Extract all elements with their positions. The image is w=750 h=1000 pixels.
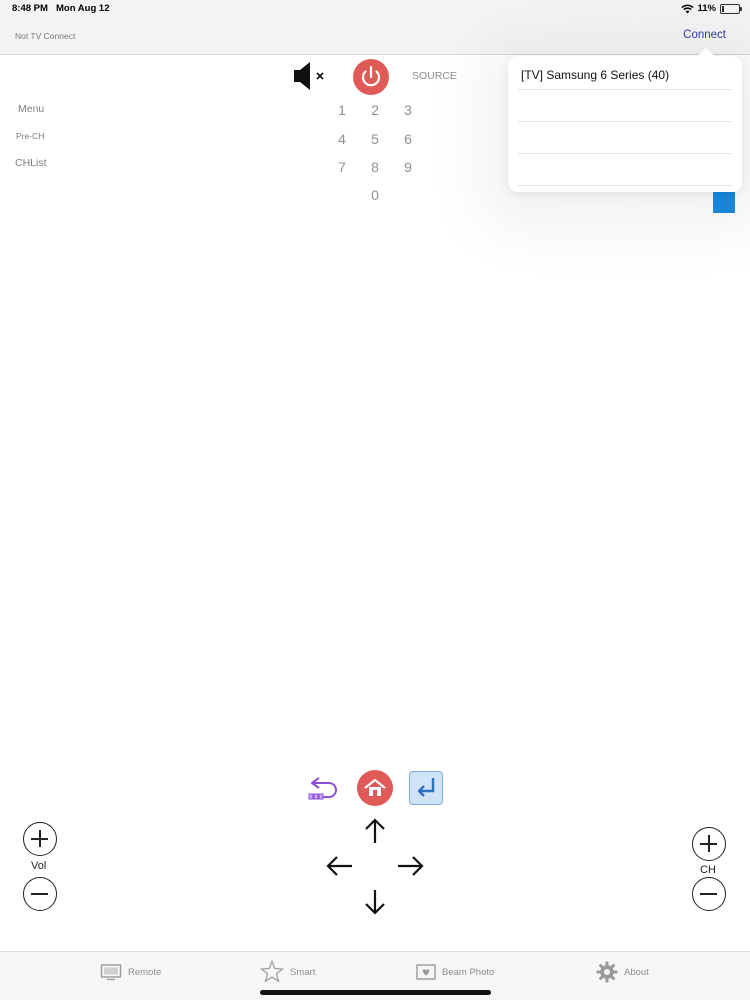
tv-icon — [100, 964, 122, 981]
tab-label: Beam Photo — [442, 966, 495, 978]
device-option-label: [TV] Samsung 6 Series (40) — [521, 68, 670, 82]
pre-ch-button[interactable]: Pre-CH — [16, 131, 44, 141]
device-option[interactable]: [TV] Samsung 6 Series (40) — [518, 58, 732, 90]
battery-level — [722, 5, 724, 12]
wifi-icon — [680, 4, 694, 13]
enter-icon — [417, 778, 435, 797]
photo-icon — [416, 964, 436, 980]
home-indicator — [260, 990, 491, 995]
connect-button[interactable]: Connect — [683, 29, 726, 41]
status-indicators: 11% — [680, 3, 742, 14]
tab-label: Smart — [290, 966, 316, 978]
back-button[interactable] — [305, 772, 341, 804]
arrow-left-icon — [326, 856, 352, 876]
device-option-empty[interactable] — [518, 122, 732, 154]
number-5-button[interactable]: 5 — [363, 128, 387, 150]
mute-button[interactable] — [290, 58, 330, 94]
arrow-up-icon — [365, 818, 385, 843]
gear-icon — [596, 961, 618, 983]
connection-status: Not TV Connect — [15, 31, 76, 41]
tab-remote[interactable]: Remote — [100, 961, 161, 983]
number-3-button[interactable]: 3 — [396, 99, 420, 121]
left-button[interactable] — [324, 852, 354, 880]
chlist-button[interactable]: CHList — [15, 157, 47, 169]
nav-bar: Not TV Connect Connect — [0, 20, 750, 55]
device-picker-popover: [TV] Samsung 6 Series (40) — [508, 47, 742, 192]
number-2-button[interactable]: 2 — [363, 99, 387, 121]
star-icon — [260, 960, 284, 983]
down-button[interactable] — [361, 887, 389, 917]
tab-beam-photo[interactable]: Beam Photo — [416, 961, 494, 983]
number-0-button[interactable]: 0 — [363, 184, 387, 206]
number-4-button[interactable]: 4 — [330, 128, 354, 150]
number-8-button[interactable]: 8 — [363, 156, 387, 178]
tab-smart[interactable]: Smart — [260, 960, 316, 983]
channel-up-button[interactable] — [692, 827, 726, 861]
right-button[interactable] — [396, 852, 426, 880]
volume-label: Vol — [31, 860, 47, 872]
source-button[interactable]: SOURCE — [412, 70, 457, 82]
number-7-button[interactable]: 7 — [330, 156, 354, 178]
tab-about[interactable]: About — [596, 961, 649, 983]
device-option-empty[interactable] — [518, 90, 732, 122]
status-bar: 8:48 PM Mon Aug 12 11% — [0, 0, 750, 20]
arrow-down-icon — [365, 890, 385, 915]
channel-label: CH — [700, 864, 716, 876]
mute-icon — [294, 62, 324, 90]
back-arrow-icon — [308, 777, 337, 800]
enter-button[interactable] — [409, 771, 443, 805]
volume-up-button[interactable] — [23, 822, 57, 856]
home-button[interactable] — [357, 770, 393, 806]
number-9-button[interactable]: 9 — [396, 156, 420, 178]
power-button[interactable] — [353, 59, 389, 95]
home-icon — [364, 778, 386, 796]
status-time: 8:48 PM — [12, 3, 48, 14]
channel-down-button[interactable] — [692, 877, 726, 911]
tab-label: About — [624, 966, 649, 978]
number-6-button[interactable]: 6 — [396, 128, 420, 150]
battery-percent: 11% — [697, 3, 717, 14]
status-date: Mon Aug 12 — [56, 3, 110, 14]
device-option-empty[interactable] — [518, 154, 732, 186]
battery-icon — [720, 3, 742, 14]
menu-button[interactable]: Menu — [18, 103, 44, 115]
arrow-right-icon — [398, 856, 424, 876]
color-key-button[interactable] — [713, 192, 735, 213]
number-1-button[interactable]: 1 — [330, 99, 354, 121]
volume-down-button[interactable] — [23, 877, 57, 911]
power-icon — [361, 65, 381, 87]
up-button[interactable] — [361, 816, 389, 846]
tab-label: Remote — [128, 966, 162, 978]
